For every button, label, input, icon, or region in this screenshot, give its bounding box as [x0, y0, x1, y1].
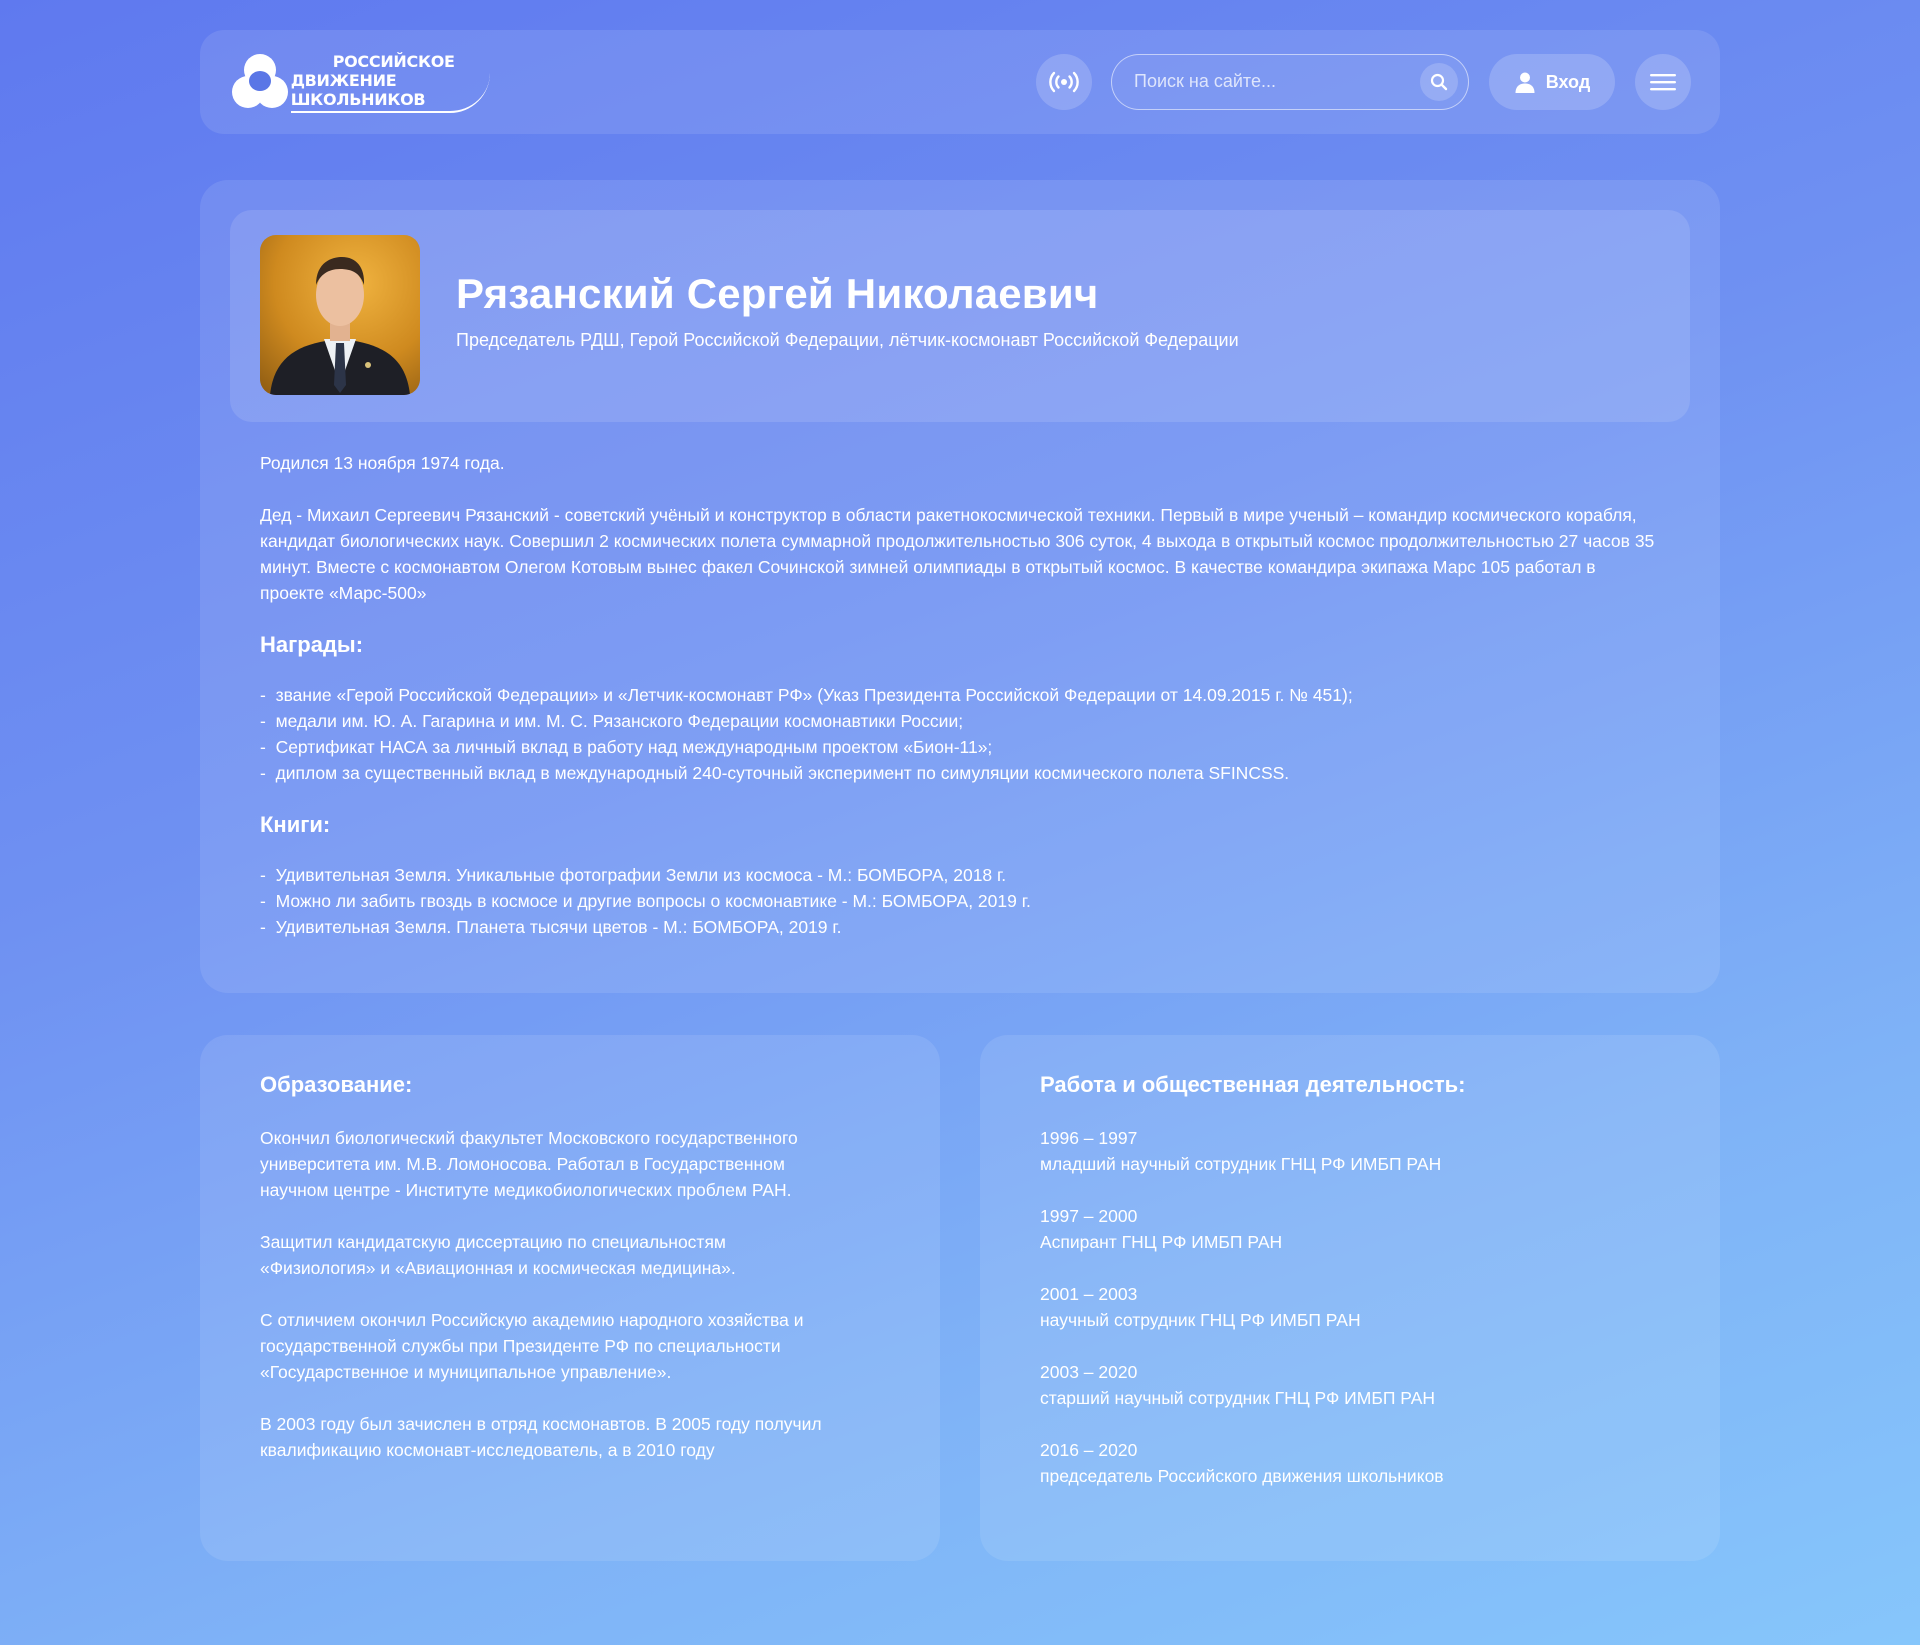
work-years: 1997 – 2000 [1040, 1206, 1138, 1226]
menu-button[interactable] [1635, 54, 1691, 110]
login-button[interactable]: Вход [1489, 54, 1615, 110]
education-paragraph: С отличием окончил Российскую академию н… [260, 1310, 804, 1382]
education-paragraph: Защитил кандидатскую диссертацию по спец… [260, 1232, 736, 1278]
work-item: 2003 – 2020 старший научный сотрудник ГН… [1040, 1359, 1610, 1411]
award-item: звание «Герой Российской Федерации» и «Л… [260, 682, 1660, 708]
work-role: младший научный сотрудник ГНЦ РФ ИМБП РА… [1040, 1154, 1442, 1174]
work-item: 1997 – 2000 Аспирант ГНЦ РФ ИМБП РАН [1040, 1203, 1610, 1255]
work-years: 2016 – 2020 [1040, 1440, 1138, 1460]
education-heading: Образование: [260, 1072, 413, 1097]
work-heading: Работа и общественная деятельность: [1040, 1072, 1466, 1097]
award-item: диплом за существенный вклад в междунаро… [260, 760, 1660, 786]
award-item: медали им. Ю. А. Гагарина и им. М. С. Ря… [260, 708, 1660, 734]
profile-header: Рязанский Сергей Николаевич Председатель… [230, 210, 1690, 422]
work-years: 2001 – 2003 [1040, 1284, 1138, 1304]
site-header: Российское движение школьников Вход [200, 30, 1720, 134]
awards-list: звание «Герой Российской Федерации» и «Л… [260, 682, 1660, 786]
search-button[interactable] [1420, 63, 1458, 101]
broadcast-icon [1049, 71, 1079, 93]
search-box [1111, 54, 1469, 110]
broadcast-button[interactable] [1036, 54, 1092, 110]
education-paragraph: В 2003 году был зачислен в отряд космона… [260, 1414, 822, 1460]
site-logo[interactable]: Российское движение школьников [230, 52, 490, 113]
award-item: Сертификат НАСА за личный вклад в работу… [260, 734, 1660, 760]
user-icon [1515, 72, 1535, 93]
main-card: Рязанский Сергей Николаевич Председатель… [200, 180, 1720, 993]
profile-photo [260, 235, 420, 395]
work-role: научный сотрудник ГНЦ РФ ИМБП РАН [1040, 1310, 1361, 1330]
books-list: Удивительная Земля. Уникальные фотографи… [260, 862, 1660, 940]
education-card: Образование: Окончил биологический факул… [200, 1035, 940, 1561]
book-item: Удивительная Земля. Планета тысячи цвето… [260, 914, 1660, 940]
work-item: 2016 – 2020 председатель Российского дви… [1040, 1437, 1610, 1489]
work-card: Работа и общественная деятельность: 1996… [980, 1035, 1720, 1561]
work-role: председатель Российского движения школьн… [1040, 1466, 1444, 1486]
login-label: Вход [1545, 71, 1591, 92]
education-paragraph: Окончил биологический факультет Московск… [260, 1128, 798, 1200]
search-icon [1430, 73, 1448, 91]
search-input[interactable] [1134, 55, 1404, 108]
book-item: Можно ли забить гвоздь в космосе и други… [260, 888, 1660, 914]
books-heading: Книги: [260, 812, 331, 837]
logo-icon [230, 52, 288, 112]
work-role: Аспирант ГНЦ РФ ИМБП РАН [1040, 1232, 1283, 1252]
profile-name: Рязанский Сергей Николаевич [456, 270, 1099, 317]
work-role: старший научный сотрудник ГНЦ РФ ИМБП РА… [1040, 1388, 1436, 1408]
work-years: 1996 – 1997 [1040, 1128, 1138, 1148]
work-item: 1996 – 1997 младший научный сотрудник ГН… [1040, 1125, 1610, 1177]
profile-subtitle: Председатель РДШ, Герой Российской Федер… [456, 330, 1239, 350]
work-years: 2003 – 2020 [1040, 1362, 1138, 1382]
work-list: 1996 – 1997 младший научный сотрудник ГН… [1040, 1125, 1610, 1515]
birth-info: Родился 13 ноября 1974 года. [260, 453, 505, 473]
bio-description: Дед - Михаил Сергеевич Рязанский - совет… [260, 505, 1655, 603]
education-content: Окончил биологический факультет Московск… [260, 1125, 830, 1489]
logo-text: Российское движение школьников [290, 52, 490, 113]
work-item: 2001 – 2003 научный сотрудник ГНЦ РФ ИМБ… [1040, 1281, 1610, 1333]
hamburger-menu-icon [1650, 74, 1676, 91]
biography: Родился 13 ноября 1974 года. Дед - Михаи… [260, 450, 1660, 966]
awards-heading: Награды: [260, 632, 364, 657]
book-item: Удивительная Земля. Уникальные фотографи… [260, 862, 1660, 888]
